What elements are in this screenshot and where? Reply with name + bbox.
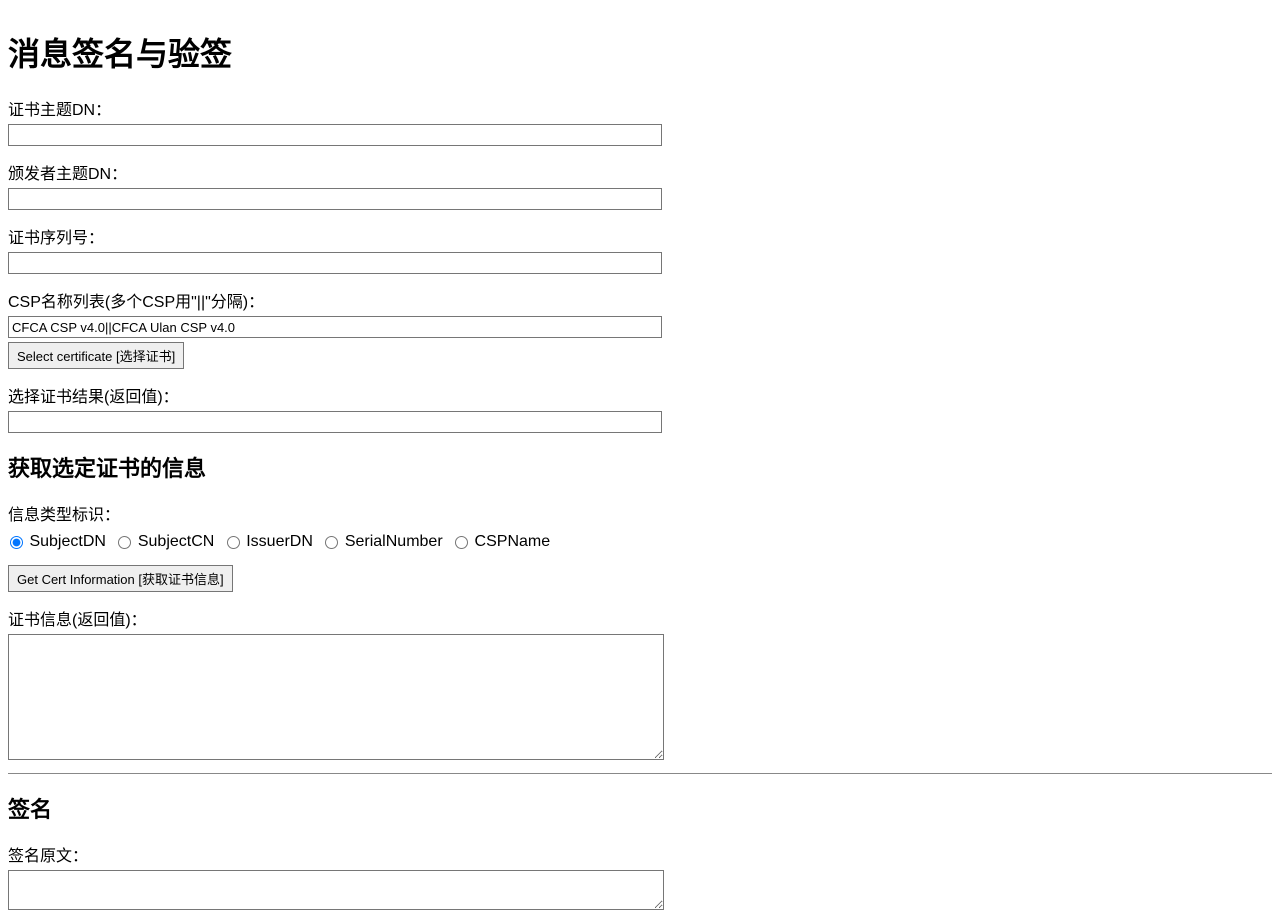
label-sign-source: 签名原文：: [8, 842, 1272, 866]
page-title: 消息签名与验签: [8, 29, 1272, 75]
textarea-cert-info-result[interactable]: [8, 634, 664, 760]
get-cert-info-button[interactable]: Get Cert Information [获取证书信息]: [8, 565, 233, 592]
label-select-result: 选择证书结果(返回值)：: [8, 383, 1272, 407]
input-issuer-dn[interactable]: [8, 188, 662, 210]
input-csp-list[interactable]: [8, 316, 662, 338]
label-serial: 证书序列号：: [8, 224, 1272, 248]
radio-group-info-type: SubjectDN SubjectCN IssuerDN SerialNumbe…: [8, 533, 1272, 551]
radio-csp-name[interactable]: [455, 536, 468, 549]
label-cert-info-result: 证书信息(返回值)：: [8, 606, 1272, 630]
heading-cert-info: 获取选定证书的信息: [8, 451, 1272, 483]
radio-label-issuer-dn[interactable]: IssuerDN: [246, 533, 313, 550]
radio-label-subject-dn[interactable]: SubjectDN: [29, 533, 105, 550]
radio-serial-number[interactable]: [325, 536, 338, 549]
radio-label-serial-number[interactable]: SerialNumber: [345, 533, 443, 550]
label-subject-dn: 证书主题DN：: [8, 96, 1272, 120]
radio-issuer-dn[interactable]: [227, 536, 240, 549]
textarea-sign-source[interactable]: [8, 870, 664, 910]
input-serial[interactable]: [8, 252, 662, 274]
input-select-result[interactable]: [8, 411, 662, 433]
select-certificate-button[interactable]: Select certificate [选择证书]: [8, 342, 184, 369]
divider: [8, 773, 1272, 774]
radio-subject-dn[interactable]: [10, 536, 23, 549]
input-subject-dn[interactable]: [8, 124, 662, 146]
radio-label-subject-cn[interactable]: SubjectCN: [138, 533, 214, 550]
label-issuer-dn: 颁发者主题DN：: [8, 160, 1272, 184]
label-info-type: 信息类型标识：: [8, 501, 1272, 525]
label-csp-list: CSP名称列表(多个CSP用"||"分隔)：: [8, 288, 1272, 312]
radio-label-csp-name[interactable]: CSPName: [475, 533, 551, 550]
radio-subject-cn[interactable]: [118, 536, 131, 549]
heading-sign: 签名: [8, 792, 1272, 824]
